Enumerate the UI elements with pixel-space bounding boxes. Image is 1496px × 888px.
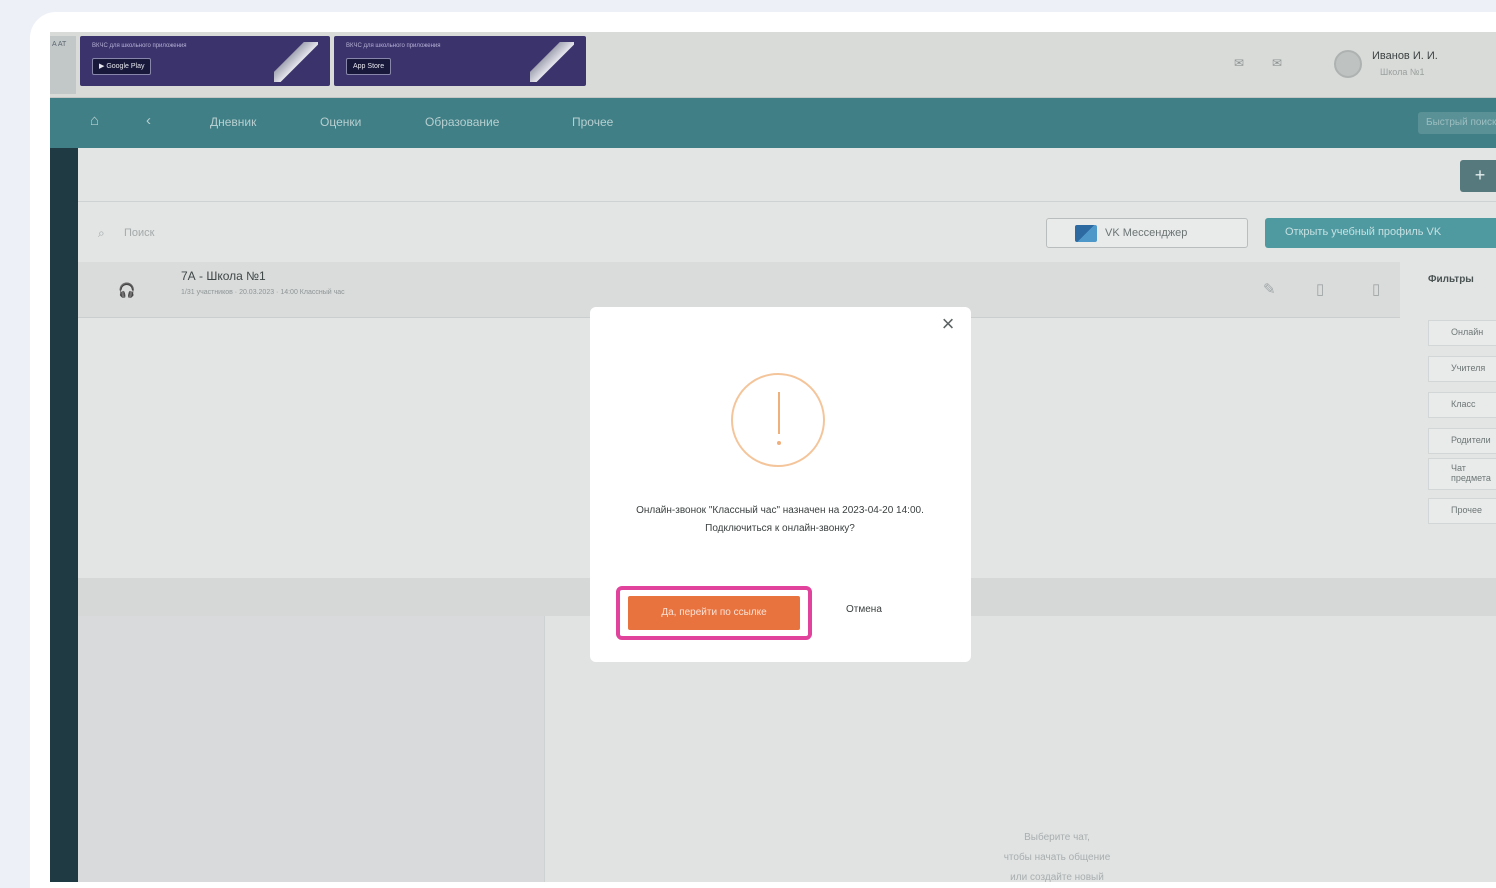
top-bar: A AT ВКЧС для школьного приложения ▶ Goo… — [50, 32, 1496, 98]
filters-title: Фильтры — [1428, 274, 1474, 285]
phone-illustration-icon — [530, 42, 574, 82]
warning-icon — [731, 373, 825, 467]
open-profile-button[interactable]: Открыть учебный профиль VK — [1265, 218, 1496, 248]
notifications-icon[interactable]: ✉ — [1272, 56, 1282, 70]
chat-search-input[interactable]: Поиск — [124, 227, 154, 239]
avatar[interactable] — [1334, 50, 1362, 78]
chat-meta: 1/31 участников · 20.03.2023 · 14:00 Кла… — [181, 289, 345, 296]
nav-item-grades[interactable]: Оценки — [320, 115, 361, 129]
hint-line: Выберите чат, — [1024, 832, 1090, 843]
home-icon[interactable]: ⌂ — [90, 112, 99, 129]
app-store-banner[interactable]: ВКЧС для школьного приложения App Store — [334, 36, 586, 86]
chat-title: 7А - Школа №1 — [181, 269, 266, 283]
new-chat-button[interactable]: + — [1460, 160, 1496, 192]
filter-class[interactable]: Класс — [1428, 392, 1496, 418]
filter-online[interactable]: Онлайн — [1428, 320, 1496, 346]
hint-line: чтобы начать общение — [1003, 852, 1111, 863]
close-icon[interactable]: × — [936, 312, 960, 336]
search-icon: ⌕ — [98, 226, 105, 240]
nav-search-input[interactable]: Быстрый поиск — [1418, 112, 1496, 134]
app-logo[interactable]: A AT — [50, 36, 76, 94]
toolbar: + — [78, 148, 1496, 202]
nav-item-other[interactable]: Прочее — [572, 115, 613, 129]
vk-messenger-label: VK Мессенджер — [1105, 227, 1188, 239]
vk-logo-icon — [1075, 225, 1097, 242]
messages-icon[interactable]: ✉ — [1234, 56, 1244, 70]
filter-teachers[interactable]: Учителя — [1428, 356, 1496, 382]
join-call-dialog: × Онлайн-звонок "Классный час" назначен … — [590, 307, 971, 662]
filter-parents[interactable]: Родители — [1428, 428, 1496, 454]
cancel-button[interactable]: Отмена — [846, 604, 882, 615]
back-icon[interactable]: ‹ — [146, 112, 151, 129]
delete-icon[interactable]: ▯ — [1372, 280, 1380, 298]
user-name[interactable]: Иванов И. И. — [1372, 50, 1438, 62]
banner-title: ВКЧС для школьного приложения — [92, 43, 187, 49]
google-play-banner[interactable]: ВКЧС для школьного приложения ▶ Google P… — [80, 36, 330, 86]
edit-icon[interactable]: ✎ — [1263, 280, 1276, 298]
dialog-message: Онлайн-звонок "Классный час" назначен на… — [636, 505, 924, 534]
chat-list-panel — [78, 616, 544, 882]
vk-messenger-button[interactable]: VK Мессенджер — [1046, 218, 1248, 248]
main-nav: ⌂ ‹ Дневник Оценки Образование Прочее Бы… — [50, 98, 1496, 148]
filter-other[interactable]: Прочее — [1428, 498, 1496, 524]
nav-item-diary[interactable]: Дневник — [210, 115, 256, 129]
confirm-join-button[interactable]: Да, перейти по ссылке — [628, 596, 800, 630]
phone-illustration-icon — [274, 42, 318, 82]
user-school: Школа №1 — [1380, 67, 1425, 77]
google-play-badge[interactable]: ▶ Google Play — [92, 58, 152, 75]
copy-icon[interactable]: ▯ — [1316, 280, 1324, 298]
headset-icon: 🎧 — [118, 282, 136, 298]
search-row: ⌕ Поиск VK Мессенджер Открыть учебный пр… — [78, 202, 1496, 262]
empty-state-hint: Выберите чат, чтобы начать общение или с… — [917, 828, 1197, 882]
nav-item-education[interactable]: Образование — [425, 115, 499, 129]
filter-subject-chat[interactable]: Чат предмета — [1428, 458, 1496, 490]
app-store-badge[interactable]: App Store — [346, 58, 392, 75]
hint-line: или создайте новый — [1010, 872, 1104, 882]
banner-title: ВКЧС для школьного приложения — [346, 43, 441, 49]
left-sidebar — [50, 148, 78, 882]
